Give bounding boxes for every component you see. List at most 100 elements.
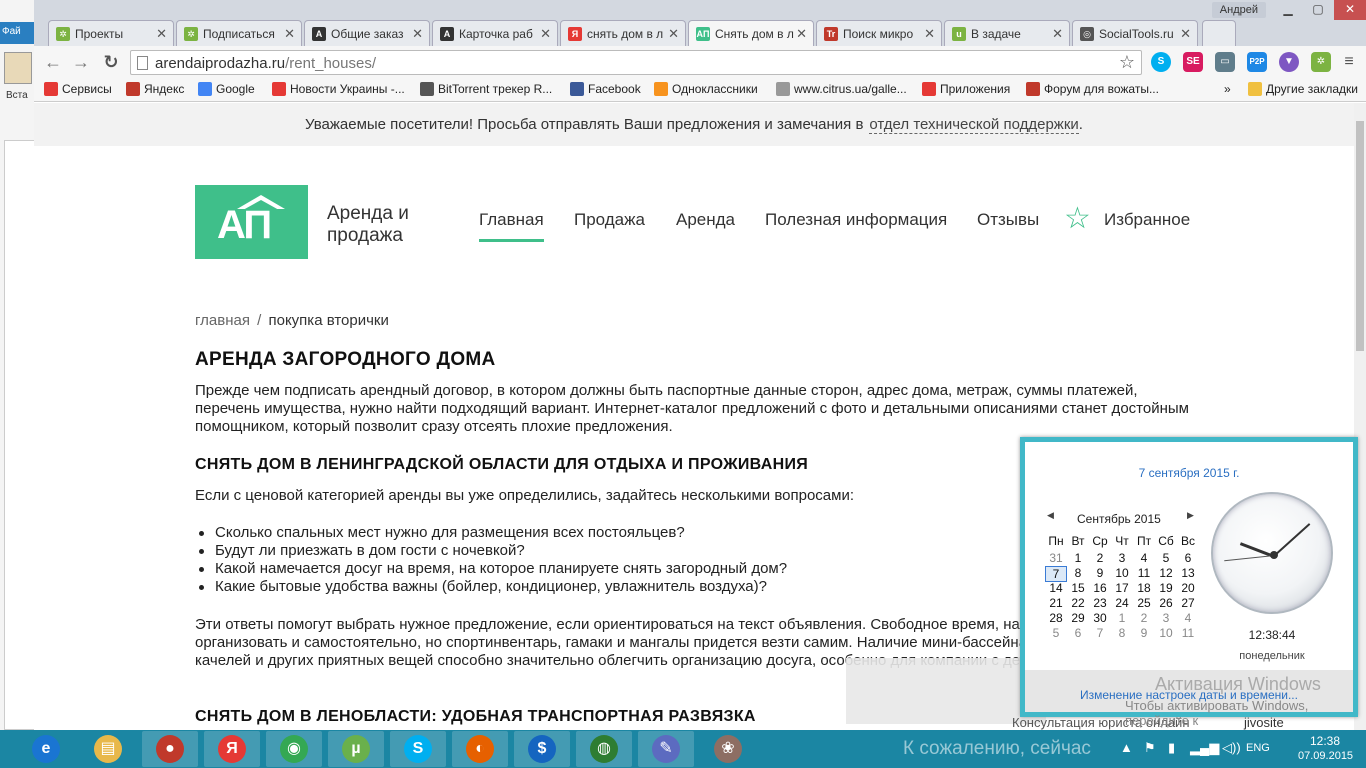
calendar-day[interactable]: 3	[1111, 551, 1133, 565]
nav-item-4[interactable]: Полезная информация	[765, 210, 947, 230]
calendar-day[interactable]: 26	[1155, 596, 1177, 610]
calendar-day[interactable]: 27	[1177, 596, 1199, 610]
tab-close-icon[interactable]: ✕	[412, 26, 423, 42]
other-bookmarks[interactable]: Другие закладки	[1248, 82, 1358, 96]
taskbar-app-explorer[interactable]: ▤	[80, 731, 136, 767]
back-button[interactable]: ←	[42, 51, 64, 73]
site-name[interactable]: Аренда и продажа	[327, 203, 447, 247]
calendar-day[interactable]: 13	[1177, 566, 1199, 580]
calendar-day[interactable]: 10	[1111, 566, 1133, 580]
taskbar-app-utorrent[interactable]: µ	[328, 731, 384, 767]
taskbar-app-media[interactable]: ●	[142, 731, 198, 767]
tab-5[interactable]: Яснять дом в л ✕	[560, 20, 686, 46]
monitor-extension-icon[interactable]: ▭	[1215, 52, 1235, 72]
tab-2[interactable]: ✲ Подписаться ✕	[176, 20, 302, 46]
calendar-day[interactable]: 1	[1111, 611, 1133, 625]
forward-button[interactable]: →	[70, 51, 92, 73]
nav-favorites[interactable]: Избранное	[1104, 210, 1190, 230]
tab-close-icon[interactable]: ✕	[540, 26, 551, 42]
tray-arrow-icon[interactable]: ▲	[1120, 740, 1133, 755]
support-link[interactable]: отдел технической поддержки	[869, 116, 1079, 134]
calendar-day[interactable]: 15	[1067, 581, 1089, 595]
nav-item-3[interactable]: Аренда	[676, 210, 735, 230]
ribbon-file-tab[interactable]: Фай	[0, 22, 36, 44]
taskbar-app-skype[interactable]: S	[390, 731, 446, 767]
volume-icon[interactable]: ◁))	[1222, 740, 1241, 756]
minimize-button[interactable]: ▁	[1274, 0, 1302, 20]
taskbar-app-palette[interactable]: ❀	[700, 731, 756, 767]
calendar-day[interactable]: 6	[1067, 626, 1089, 640]
taskbar-clock-time[interactable]: 12:38	[1310, 734, 1340, 748]
tab-1[interactable]: ✲ Проекты ✕	[48, 20, 174, 46]
battery-icon[interactable]: ▮	[1168, 740, 1175, 756]
bookmark-5[interactable]: BitTorrent трекер R...	[420, 82, 552, 96]
site-logo[interactable]: АП	[195, 185, 308, 259]
tab-close-icon[interactable]: ✕	[1052, 26, 1063, 42]
calendar-day[interactable]: 25	[1133, 596, 1155, 610]
taskbar-app-money[interactable]: $	[514, 731, 570, 767]
bookmark-2[interactable]: Яндекс	[126, 82, 184, 96]
calendar-day[interactable]: 7	[1045, 566, 1067, 582]
calendar-day[interactable]: 6	[1177, 551, 1199, 565]
language-indicator[interactable]: ENG	[1246, 742, 1270, 754]
calendar-day[interactable]: 2	[1089, 551, 1111, 565]
bookmark-star-icon[interactable]: ☆	[1119, 52, 1135, 73]
calendar-day[interactable]: 30	[1089, 611, 1111, 625]
full-date-link[interactable]: 7 сентября 2015 г.	[1025, 466, 1353, 480]
address-bar[interactable]: arendaiprodazha.ru/rent_houses/ ☆	[130, 50, 1142, 75]
tab-7[interactable]: Tr Поиск микро ✕	[816, 20, 942, 46]
calendar-day[interactable]: 21	[1045, 596, 1067, 610]
bookmark-3[interactable]: Google	[198, 82, 255, 96]
network-icon[interactable]: ▂▄▆	[1190, 740, 1219, 756]
bookmarks-overflow[interactable]: »	[1224, 82, 1231, 96]
tab-close-icon[interactable]: ✕	[284, 26, 295, 42]
paste-icon[interactable]	[4, 52, 32, 84]
breadcrumb-home[interactable]: главная	[195, 312, 250, 329]
calendar-day[interactable]: 5	[1155, 551, 1177, 565]
calendar-day[interactable]: 20	[1177, 581, 1199, 595]
calendar-day[interactable]: 2	[1133, 611, 1155, 625]
tab-close-icon[interactable]: ✕	[668, 26, 679, 42]
tab-3[interactable]: A Общие заказ ✕	[304, 20, 430, 46]
calendar-day[interactable]: 23	[1089, 596, 1111, 610]
calendar-day[interactable]: 17	[1111, 581, 1133, 595]
calendar-day[interactable]: 1	[1067, 551, 1089, 565]
tab-4[interactable]: A Карточка раб ✕	[432, 20, 558, 46]
prev-month-icon[interactable]: ◀	[1047, 510, 1054, 521]
vpn-extension-icon[interactable]: ▼	[1279, 52, 1299, 72]
month-label[interactable]: Сентябрь 2015	[1077, 512, 1161, 526]
calendar-day[interactable]: 16	[1089, 581, 1111, 595]
bookmark-8[interactable]: www.citrus.ua/galle...	[776, 82, 907, 96]
taskbar-app-yandex[interactable]: Я	[204, 731, 260, 767]
taskbar-app-globe[interactable]: ◍	[576, 731, 632, 767]
tab-close-icon[interactable]: ✕	[796, 26, 807, 42]
calendar-day[interactable]: 28	[1045, 611, 1067, 625]
calendar-day[interactable]: 8	[1067, 566, 1089, 580]
taskbar-app-paint[interactable]: ✎	[638, 731, 694, 767]
calendar-day[interactable]: 11	[1177, 626, 1199, 640]
nav-item-1[interactable]: Главная	[479, 210, 544, 242]
calendar-day[interactable]: 11	[1133, 566, 1155, 580]
skype-extension-icon[interactable]: S	[1151, 52, 1171, 72]
calendar-day[interactable]: 8	[1111, 626, 1133, 640]
p2p-extension-icon[interactable]: P2P	[1247, 52, 1267, 72]
favorites-star-icon[interactable]: ☆	[1064, 204, 1091, 234]
calendar-day[interactable]: 24	[1111, 596, 1133, 610]
bookmark-9[interactable]: Приложения	[922, 82, 1010, 96]
taskbar-clock-date[interactable]: 07.09.2015	[1298, 750, 1353, 762]
calendar-day[interactable]: 22	[1067, 596, 1089, 610]
se-extension-icon[interactable]: SE	[1183, 52, 1203, 72]
profile-button[interactable]: Андрей	[1211, 2, 1266, 18]
calendar-day[interactable]: 14	[1045, 581, 1067, 595]
social-extension-icon[interactable]: ✲	[1311, 52, 1331, 72]
next-month-icon[interactable]: ▶	[1187, 510, 1194, 521]
calendar-day[interactable]: 12	[1155, 566, 1177, 580]
calendar-day[interactable]: 31	[1045, 551, 1067, 565]
bookmark-6[interactable]: Facebook	[570, 82, 641, 96]
calendar-day[interactable]: 9	[1133, 626, 1155, 640]
taskbar-app-firefox[interactable]: ◐	[452, 731, 508, 767]
tab-8[interactable]: u В задаче ✕	[944, 20, 1070, 46]
bookmark-10[interactable]: Форум для вожаты...	[1026, 82, 1159, 96]
action-center-icon[interactable]: ⚑	[1144, 740, 1156, 756]
date-time-settings-link[interactable]: Изменение настроек даты и времени...	[1025, 688, 1353, 702]
